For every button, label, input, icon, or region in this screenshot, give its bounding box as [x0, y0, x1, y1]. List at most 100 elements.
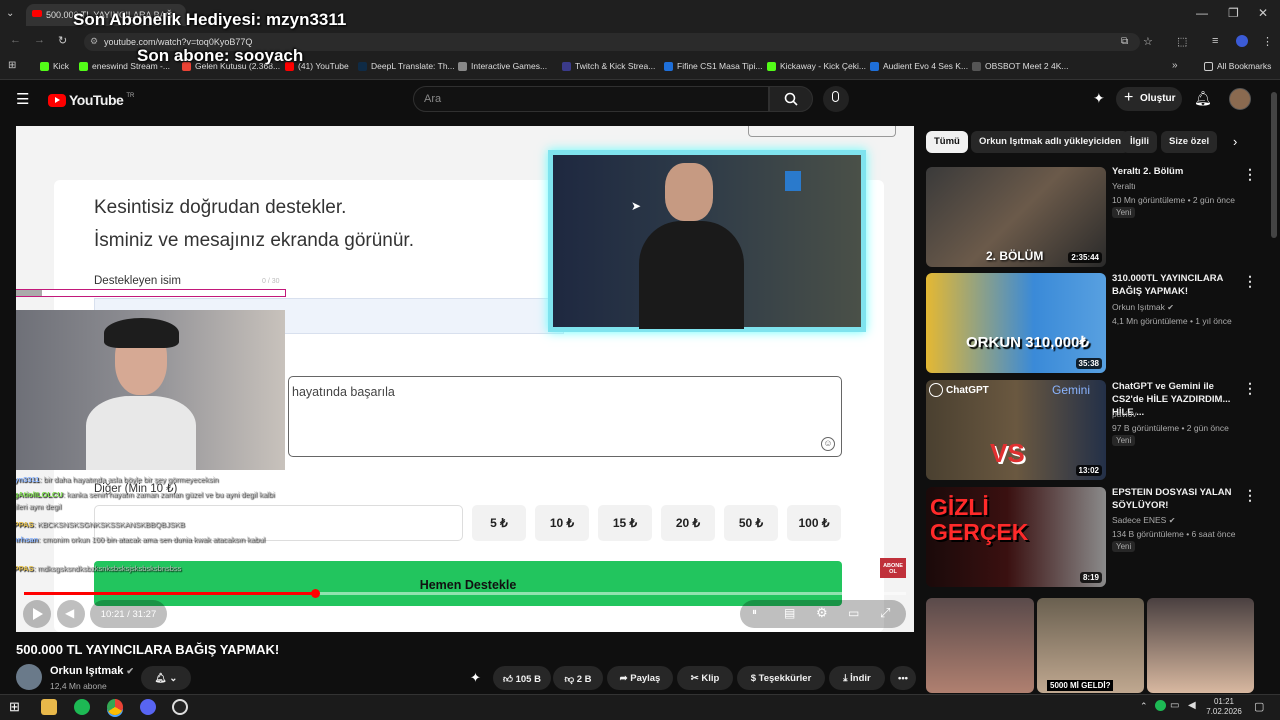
notifications-bell-icon[interactable]: 🔔︎ — [1194, 90, 1212, 107]
more-actions-button[interactable]: ••• — [890, 666, 916, 690]
sparkle-ai-icon[interactable]: ✦ — [470, 670, 481, 686]
play-button[interactable] — [23, 600, 51, 628]
tab-search-icon[interactable]: ⌄ — [6, 8, 14, 19]
chrome-icon[interactable] — [107, 699, 123, 715]
more-vertical-icon[interactable]: ⋮ — [1243, 167, 1257, 181]
voice-search-button[interactable] — [823, 86, 849, 112]
start-windows-icon[interactable]: ⊞ — [9, 699, 20, 715]
bookmark-item[interactable]: Interactive Games... — [458, 61, 547, 71]
progress-bar[interactable] — [24, 592, 906, 595]
emoji-icon[interactable]: ☺ — [821, 437, 835, 451]
recommendation-channel[interactable]: paviov — [1112, 409, 1137, 419]
media-icon[interactable]: ≡ — [1212, 35, 1218, 47]
more-vertical-icon[interactable]: ⋮ — [1243, 274, 1257, 288]
amount-10[interactable]: 10 ₺ — [535, 505, 589, 541]
extensions-icon[interactable]: ⬚ — [1177, 35, 1187, 48]
bookmark-item[interactable]: Kick — [40, 61, 69, 71]
apps-icon[interactable]: ⊞ — [8, 60, 16, 71]
bookmark-item[interactable]: Audient Evo 4 Ses K... — [870, 61, 968, 71]
progress-scrubber[interactable] — [311, 589, 321, 598]
recommendation-thumbnail[interactable]: ChatGPT Gemini VS 13:02 — [926, 380, 1106, 480]
account-avatar[interactable] — [1229, 88, 1251, 110]
close-icon[interactable]: ✕ — [1258, 6, 1268, 20]
forward-icon[interactable]: → — [34, 34, 45, 46]
short-thumbnail[interactable]: 5000 Mİ GELDİ? — [1037, 598, 1144, 693]
discord-icon[interactable] — [140, 699, 156, 715]
thanks-button[interactable]: $ Teşekkürler — [737, 666, 825, 690]
youtube-logo[interactable]: YouTube TR — [48, 92, 134, 108]
theater-mode-icon[interactable]: ▭ — [848, 606, 859, 620]
restore-icon[interactable]: ❐ — [1228, 6, 1239, 20]
amount-15[interactable]: 15 ₺ — [598, 505, 652, 541]
chip-uploader[interactable]: Orkun Işıtmak adlı yükleyiciden — [971, 131, 1130, 153]
reload-icon[interactable]: ↻ — [58, 34, 67, 47]
channel-avatar[interactable] — [16, 664, 42, 690]
clock[interactable]: 01:21 7.02.2026 — [1204, 697, 1244, 717]
amount-100[interactable]: 100 ₺ — [787, 505, 841, 541]
recommendation-channel[interactable]: Sadece ENES ✔ — [1112, 515, 1175, 525]
bookmark-item[interactable]: Kickaway - Kick Çeki... — [767, 61, 866, 71]
bookmark-item[interactable]: OBSBOT Meet 2 4K... — [972, 61, 1068, 71]
volume-button[interactable]: ◀ — [57, 600, 85, 628]
bookmark-star-icon[interactable]: ☆ — [1143, 35, 1153, 48]
short-thumbnail[interactable] — [1147, 598, 1254, 693]
recommendation-channel[interactable]: Orkun Işıtmak ✔ — [1112, 302, 1174, 312]
recommendation-title[interactable]: EPSTEIN DOSYASI YALAN SÖYLÜYOR! — [1112, 486, 1244, 512]
amount-5[interactable]: 5 ₺ — [472, 505, 526, 541]
more-vertical-icon[interactable]: ⋮ — [1243, 488, 1257, 502]
menu-icon[interactable]: ⋮ — [1262, 35, 1273, 48]
chip-all[interactable]: Tümü — [926, 131, 968, 153]
tray-chevron-icon[interactable]: ⌃ — [1140, 701, 1148, 712]
support-button[interactable]: Hemen Destekle — [94, 561, 842, 606]
bookmark-item[interactable]: Twitch & Kick Strea... — [562, 61, 655, 71]
recommendation-channel[interactable]: Yeraltı — [1112, 181, 1136, 191]
obs-icon[interactable] — [172, 699, 188, 715]
video-player[interactable]: Kesintisiz doğrudan destekler. İsminiz v… — [16, 126, 914, 632]
create-button[interactable]: + Oluştur — [1116, 87, 1182, 111]
bookmark-item[interactable]: DeepL Translate: Th... — [358, 61, 455, 71]
message-field[interactable]: hayatında başarıla ☺ — [288, 376, 842, 457]
network-icon[interactable]: ▭ — [1170, 700, 1179, 711]
fullscreen-icon[interactable]: ⤢ — [880, 605, 890, 621]
more-bookmarks-icon[interactable]: » — [1172, 60, 1178, 71]
speaker-icon[interactable]: ◀ — [1188, 700, 1196, 711]
hamburger-menu-icon[interactable]: ☰ — [16, 90, 29, 108]
chip-related[interactable]: İlgili — [1122, 131, 1157, 153]
chips-next-icon[interactable]: › — [1233, 134, 1237, 149]
search-button[interactable] — [769, 86, 813, 112]
scrollbar[interactable] — [1271, 92, 1277, 238]
dislike-button[interactable]: 👎︎ 2 B — [553, 666, 603, 690]
autoplay-toggle-icon[interactable]: ⏸ — [752, 607, 757, 618]
bookmark-item[interactable]: Fifine CS1 Masa Tipi... — [664, 61, 763, 71]
file-explorer-icon[interactable] — [41, 699, 57, 715]
more-vertical-icon[interactable]: ⋮ — [1243, 381, 1257, 395]
subtitles-icon[interactable]: ▤ — [784, 606, 795, 620]
recommendation-thumbnail[interactable]: 2. BÖLÜM 2:35:44 — [926, 167, 1106, 267]
recommendation-title[interactable]: Yeraltı 2. Bölüm — [1112, 165, 1244, 178]
all-bookmarks[interactable]: All Bookmarks — [1204, 61, 1271, 71]
notification-center-icon[interactable]: ▢ — [1254, 700, 1264, 713]
settings-gear-icon[interactable]: ⚙ — [816, 605, 828, 621]
recommendation-thumbnail[interactable]: ORKUN 310,000₺ 35:38 — [926, 273, 1106, 373]
cast-icon[interactable]: ✦ — [1093, 90, 1105, 107]
chip-for-you[interactable]: Size özel — [1161, 131, 1218, 153]
profile-avatar[interactable] — [1236, 35, 1248, 47]
recommendation-thumbnail[interactable]: GİZLİ GERÇEK 8:19 — [926, 487, 1106, 587]
download-button[interactable]: ⤓ İndir — [829, 666, 885, 690]
clip-button[interactable]: ✂ Klip — [677, 666, 733, 690]
share-button[interactable]: ➦ Paylaş — [607, 666, 673, 690]
short-thumbnail[interactable] — [926, 598, 1034, 693]
amount-20[interactable]: 20 ₺ — [661, 505, 715, 541]
spotify-icon[interactable] — [74, 699, 90, 715]
site-info-icon[interactable]: ⚙ — [90, 36, 98, 47]
channel-name[interactable]: Orkun Işıtmak ✔ — [50, 665, 134, 677]
recommendation-title[interactable]: 310.000TL YAYINCILARA BAĞIŞ YAPMAK! — [1112, 272, 1244, 298]
like-button[interactable]: 👍︎ 105 B — [493, 666, 551, 690]
subscribed-button[interactable]: 🔔︎ ⌄ — [141, 666, 191, 690]
back-icon[interactable]: ← — [10, 34, 21, 46]
tray-spotify-icon[interactable] — [1155, 700, 1166, 711]
search-input[interactable]: Ara — [413, 86, 769, 112]
minimize-icon[interactable]: — — [1196, 6, 1208, 20]
amount-50[interactable]: 50 ₺ — [724, 505, 778, 541]
install-icon[interactable]: ⧉ — [1121, 36, 1128, 47]
